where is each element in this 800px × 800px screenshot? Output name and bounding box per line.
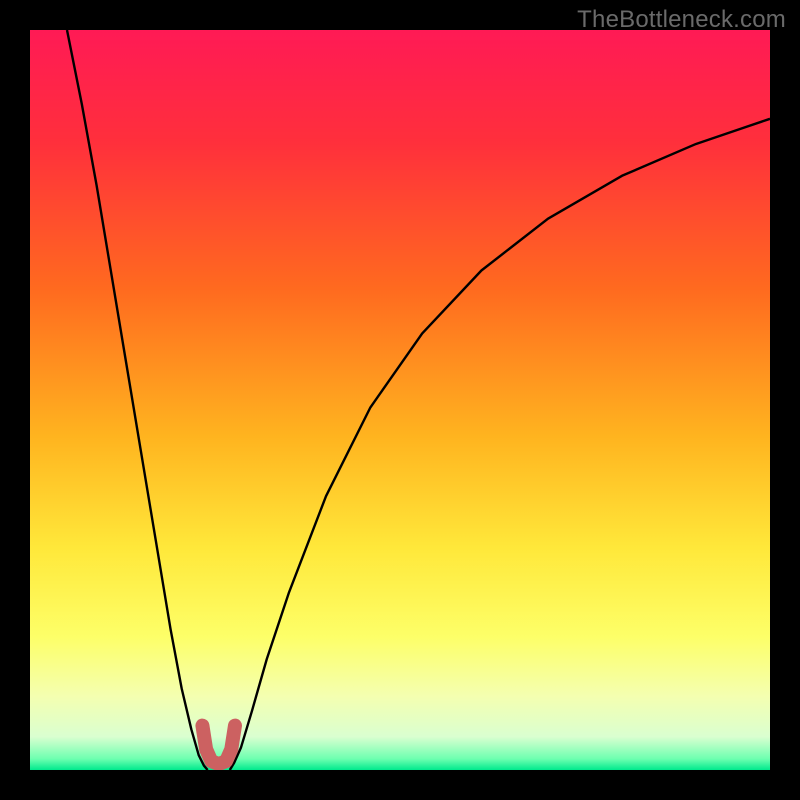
gradient-background xyxy=(30,30,770,770)
chart-container: TheBottleneck.com xyxy=(0,0,800,800)
plot-area xyxy=(30,30,770,770)
chart-svg xyxy=(30,30,770,770)
watermark-text: TheBottleneck.com xyxy=(577,6,786,34)
